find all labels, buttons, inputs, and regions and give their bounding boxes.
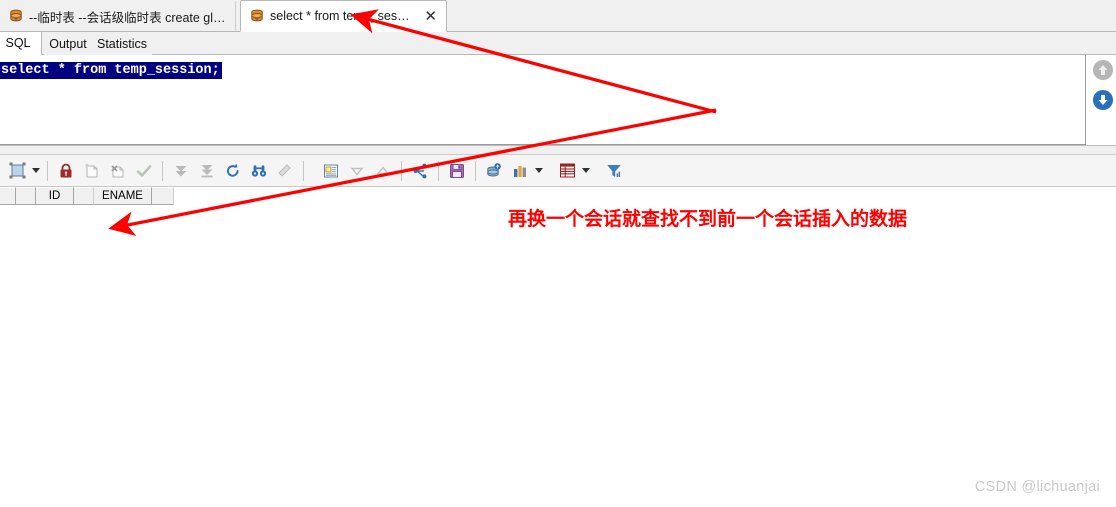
row-selector-column[interactable]	[0, 187, 16, 205]
delete-record-button[interactable]	[105, 158, 131, 184]
toolbar-separator	[401, 160, 402, 181]
column-header-id[interactable]: ID	[36, 187, 74, 205]
table-dropdown[interactable]	[580, 158, 592, 184]
toolbar-separator	[475, 160, 476, 181]
editor-tab-select-temp-session[interactable]: select * from temp_session; ✕	[240, 0, 447, 32]
editor-scroll-buttons	[1090, 55, 1116, 145]
editor-tab-label: select * from temp_session;	[270, 9, 415, 23]
database-icon	[9, 9, 23, 23]
lock-button[interactable]	[53, 158, 79, 184]
database-icon	[250, 9, 264, 23]
pl-sql-developer-window: --临时表 --会话级临时表 create glob ... select * …	[0, 0, 1116, 507]
column-sort-id[interactable]	[74, 187, 94, 205]
toolbar-separator	[303, 160, 304, 181]
export-data-button[interactable]	[481, 158, 507, 184]
result-grid[interactable]: ID ENAME	[0, 187, 1116, 507]
column-header-ename[interactable]: ENAME	[94, 187, 152, 205]
chart-button[interactable]	[507, 158, 533, 184]
next-record-button[interactable]	[370, 158, 396, 184]
grid-layout-button[interactable]	[4, 158, 30, 184]
fetch-next-page-button[interactable]	[168, 158, 194, 184]
tab-statistics[interactable]: Statistics	[92, 32, 152, 55]
chart-dropdown[interactable]	[533, 158, 545, 184]
tab-sql[interactable]: SQL	[0, 32, 42, 55]
single-record-view-button[interactable]	[318, 158, 344, 184]
close-icon[interactable]: ✕	[424, 8, 437, 24]
column-sort-ename[interactable]	[152, 187, 174, 205]
csdn-watermark: CSDN @lichuanjai	[974, 479, 1100, 495]
grid-layout-dropdown[interactable]	[30, 158, 42, 184]
previous-record-button[interactable]	[344, 158, 370, 184]
data-links-button[interactable]	[407, 158, 433, 184]
post-changes-button[interactable]	[131, 158, 157, 184]
add-record-button[interactable]	[79, 158, 105, 184]
scroll-up-button[interactable]	[1093, 60, 1113, 80]
result-grid-header-row: ID ENAME	[0, 187, 174, 205]
sql-text-selected[interactable]: select * from temp_session;	[0, 62, 222, 79]
scroll-down-button[interactable]	[1093, 90, 1113, 110]
table-button[interactable]	[554, 158, 580, 184]
toolbar-separator	[438, 160, 439, 181]
editor-tab-temp-table[interactable]: --临时表 --会话级临时表 create glob ...	[0, 1, 236, 31]
editor-tab-strip: --临时表 --会话级临时表 create glob ... select * …	[0, 0, 1116, 32]
result-subtab-strip: SQL Output Statistics	[0, 32, 1116, 55]
panel-splitter[interactable]	[0, 145, 1116, 155]
filter-button[interactable]	[601, 158, 627, 184]
fetch-all-button[interactable]	[194, 158, 220, 184]
toolbar-separator	[162, 160, 163, 181]
clear-filter-button[interactable]	[272, 158, 298, 184]
toolbar-separator	[47, 160, 48, 181]
result-toolbar	[0, 155, 1116, 187]
find-button[interactable]	[246, 158, 272, 184]
editor-tab-label: --临时表 --会话级临时表 create glob ...	[29, 10, 226, 25]
row-state-column[interactable]	[16, 187, 36, 205]
refresh-button[interactable]	[220, 158, 246, 184]
sql-editor[interactable]: select * from temp_session;	[0, 55, 1086, 145]
tab-output[interactable]: Output	[44, 32, 92, 55]
save-button[interactable]	[444, 158, 470, 184]
